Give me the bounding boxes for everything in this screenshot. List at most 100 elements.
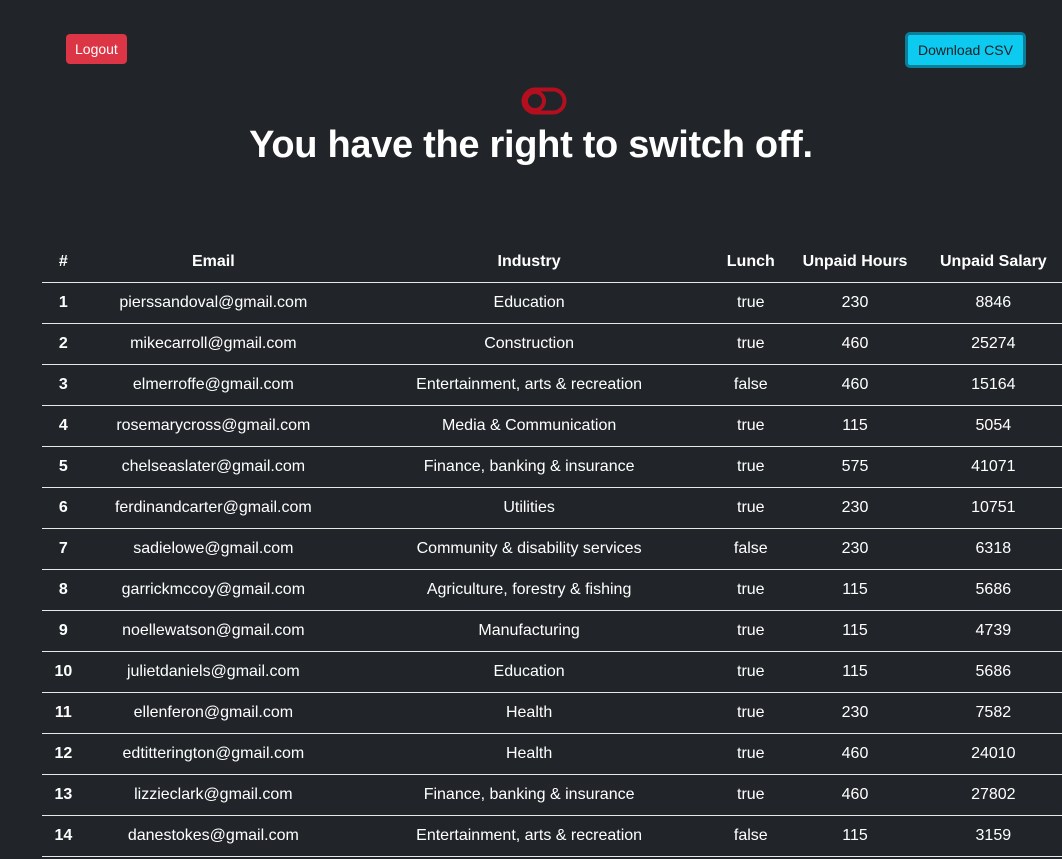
lunch-cell: true <box>716 446 786 488</box>
logout-button[interactable]: Logout <box>66 34 127 64</box>
unpaid-salary-cell: 41071 <box>924 446 1062 488</box>
unpaid-hours-cell: 115 <box>785 651 925 693</box>
email-cell: julietdaniels@gmail.com <box>84 651 342 693</box>
industry-cell: Education <box>341 651 717 693</box>
lunch-cell: true <box>716 282 786 324</box>
table-row: 4 rosemarycross@gmail.com Media & Communic… <box>42 405 1062 447</box>
table-body: 1 pierssandoval@gmail.com Education true 230… <box>42 282 1062 857</box>
lunch-cell: false <box>716 815 786 857</box>
industry-cell: Utilities <box>341 487 717 529</box>
industry-cell: Media & Communication <box>341 405 717 447</box>
row-number: 14 <box>42 815 85 857</box>
unpaid-salary-cell: 6318 <box>924 528 1062 570</box>
unpaid-hours-cell: 115 <box>785 610 925 652</box>
row-number: 6 <box>42 487 85 529</box>
row-number: 12 <box>42 733 85 775</box>
lunch-cell: true <box>716 651 786 693</box>
row-number: 4 <box>42 405 85 447</box>
industry-cell: Education <box>341 282 717 324</box>
row-number: 5 <box>42 446 85 488</box>
column-header-number: # <box>42 242 85 283</box>
column-header-unpaid-salary: Unpaid Salary <box>924 242 1062 283</box>
row-number: 1 <box>42 282 85 324</box>
page-title: You have the right to switch off. <box>249 124 813 166</box>
industry-cell: Entertainment, arts & recreation <box>341 815 717 857</box>
table-row: 2 mikecarroll@gmail.com Construction true 46… <box>42 323 1062 365</box>
unpaid-hours-cell: 460 <box>785 364 925 406</box>
email-cell: edtitterington@gmail.com <box>84 733 342 775</box>
lunch-cell: false <box>716 364 786 406</box>
industry-cell: Community & disability services <box>341 528 717 570</box>
lunch-cell: false <box>716 528 786 570</box>
column-header-industry: Industry <box>341 242 717 283</box>
unpaid-salary-cell: 27802 <box>924 774 1062 816</box>
unpaid-hours-cell: 460 <box>785 323 925 365</box>
email-cell: noellewatson@gmail.com <box>84 610 342 652</box>
unpaid-hours-cell: 575 <box>785 446 925 488</box>
unpaid-hours-cell: 115 <box>785 405 925 447</box>
email-cell: ferdinandcarter@gmail.com <box>84 487 342 529</box>
row-number: 7 <box>42 528 85 570</box>
industry-cell: Entertainment, arts & recreation <box>341 364 717 406</box>
unpaid-salary-cell: 8846 <box>924 282 1062 324</box>
table-row: 14 danestokes@gmail.com Entertainment, art… <box>42 815 1062 857</box>
unpaid-salary-cell: 10751 <box>924 487 1062 529</box>
row-number: 9 <box>42 610 85 652</box>
industry-cell: Health <box>341 733 717 775</box>
unpaid-hours-cell: 230 <box>785 692 925 734</box>
industry-cell: Construction <box>341 323 717 365</box>
row-number: 10 <box>42 651 85 693</box>
table-row: 12 edtitterington@gmail.com Health true 460 2… <box>42 733 1062 775</box>
email-cell: danestokes@gmail.com <box>84 815 342 857</box>
column-header-lunch: Lunch <box>716 242 786 283</box>
lunch-cell: true <box>716 487 786 529</box>
row-number: 11 <box>42 692 85 734</box>
table-row: 11 ellenferon@gmail.com Health true 230 7582 <box>42 692 1062 734</box>
industry-cell: Finance, banking & insurance <box>341 774 717 816</box>
table-header-row: # Email Industry Lunch Unpaid Hours Unpa… <box>42 242 1062 283</box>
unpaid-hours-cell: 230 <box>785 528 925 570</box>
table-row: 3 elmerroffe@gmail.com Entertainment, arts… <box>42 364 1062 406</box>
table-row: 9 noellewatson@gmail.com Manufacturing true… <box>42 610 1062 652</box>
table-row: 10 julietdaniels@gmail.com Education true 11… <box>42 651 1062 693</box>
email-cell: ellenferon@gmail.com <box>84 692 342 734</box>
email-cell: pierssandoval@gmail.com <box>84 282 342 324</box>
lunch-cell: true <box>716 323 786 365</box>
table-row: 5 chelseaslater@gmail.com Finance, banking… <box>42 446 1062 488</box>
unpaid-hours-cell: 230 <box>785 487 925 529</box>
users-table: # Email Industry Lunch Unpaid Hours Unpa… <box>42 242 1062 857</box>
row-number: 8 <box>42 569 85 611</box>
row-number: 3 <box>42 364 85 406</box>
lunch-cell: true <box>716 405 786 447</box>
page: Logout Download CSV You have the right t… <box>0 0 1062 859</box>
row-number: 13 <box>42 774 85 816</box>
email-cell: rosemarycross@gmail.com <box>84 405 342 447</box>
unpaid-hours-cell: 460 <box>785 774 925 816</box>
unpaid-hours-cell: 230 <box>785 282 925 324</box>
download-csv-button[interactable]: Download CSV <box>905 32 1026 68</box>
table-row: 8 garrickmccoy@gmail.com Agriculture, fore… <box>42 569 1062 611</box>
unpaid-salary-cell: 3159 <box>924 815 1062 857</box>
table-row: 7 sadielowe@gmail.com Community & disabili… <box>42 528 1062 570</box>
lunch-cell: true <box>716 610 786 652</box>
table-row: 1 pierssandoval@gmail.com Education true 230… <box>42 282 1062 324</box>
email-cell: chelseaslater@gmail.com <box>84 446 342 488</box>
email-cell: elmerroffe@gmail.com <box>84 364 342 406</box>
column-header-unpaid-hours: Unpaid Hours <box>785 242 925 283</box>
unpaid-salary-cell: 5686 <box>924 651 1062 693</box>
industry-cell: Manufacturing <box>341 610 717 652</box>
table-row: 6 ferdinandcarter@gmail.com Utilities true 2… <box>42 487 1062 529</box>
column-header-email: Email <box>84 242 342 283</box>
industry-cell: Finance, banking & insurance <box>341 446 717 488</box>
unpaid-hours-cell: 115 <box>785 815 925 857</box>
toggle-switch-icon <box>521 87 567 115</box>
unpaid-salary-cell: 5686 <box>924 569 1062 611</box>
industry-cell: Agriculture, forestry & fishing <box>341 569 717 611</box>
email-cell: mikecarroll@gmail.com <box>84 323 342 365</box>
lunch-cell: true <box>716 774 786 816</box>
industry-cell: Health <box>341 692 717 734</box>
lunch-cell: true <box>716 569 786 611</box>
unpaid-salary-cell: 24010 <box>924 733 1062 775</box>
unpaid-salary-cell: 4739 <box>924 610 1062 652</box>
email-cell: lizzieclark@gmail.com <box>84 774 342 816</box>
